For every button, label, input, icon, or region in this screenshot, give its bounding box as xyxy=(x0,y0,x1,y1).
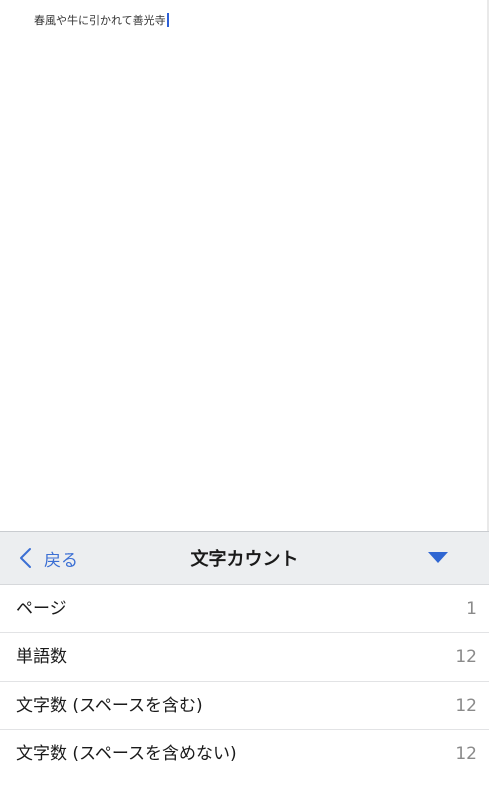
triangle-down-icon xyxy=(427,549,449,568)
stats-list: ページ 1 単語数 12 文字数 (スペースを含む) 12 文字数 (スペースを… xyxy=(0,585,489,800)
collapse-button[interactable] xyxy=(423,532,453,584)
list-item-characters-without-spaces: 文字数 (スペースを含めない) 12 xyxy=(0,730,489,800)
row-label: 文字数 (スペースを含めない) xyxy=(16,744,237,764)
row-value: 12 xyxy=(455,696,477,716)
list-item-characters-with-spaces: 文字数 (スペースを含む) 12 xyxy=(0,682,489,730)
list-item-pages: ページ 1 xyxy=(0,585,489,633)
panel-header: 戻る 文字カウント xyxy=(0,532,489,585)
document-text: 春風や牛に引かれて善光寺 xyxy=(34,14,166,27)
list-item-words: 単語数 12 xyxy=(0,633,489,682)
text-caret xyxy=(166,13,169,27)
row-label: 単語数 xyxy=(16,647,67,667)
row-value: 12 xyxy=(455,744,477,764)
row-value: 1 xyxy=(466,599,477,619)
document-canvas[interactable]: 春風や牛に引かれて善光寺 xyxy=(0,0,489,531)
document-text-line[interactable]: 春風や牛に引かれて善光寺 xyxy=(34,12,169,28)
panel-title: 文字カウント xyxy=(190,549,299,570)
row-value: 12 xyxy=(455,647,477,667)
row-label: ページ xyxy=(16,599,67,619)
row-label: 文字数 (スペースを含む) xyxy=(16,696,203,716)
word-count-panel: 戻る 文字カウント ページ 1 単語数 12 文字数 (スペースを含む) 12 … xyxy=(0,531,489,800)
